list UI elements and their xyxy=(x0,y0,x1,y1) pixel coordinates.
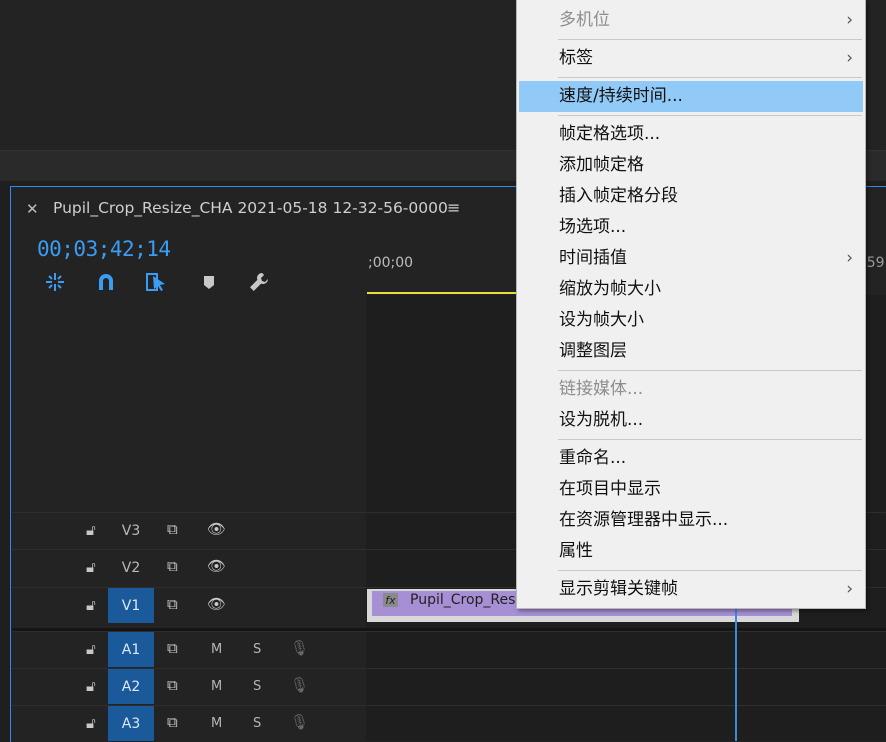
menu-item-reveal-in-explorer[interactable]: 在资源管理器中显示... xyxy=(517,505,863,536)
chevron-right-icon: › xyxy=(846,248,853,268)
sequence-tab-title[interactable]: Pupil_Crop_Resize_CHA 2021-05-18 12-32-5… xyxy=(53,199,448,217)
playhead-timecode[interactable]: 00;03;42;14 xyxy=(37,237,171,261)
menu-item-properties[interactable]: 属性 xyxy=(517,536,863,567)
menu-item-make-offline[interactable]: 设为脱机... xyxy=(517,405,863,436)
fx-badge-icon: fx xyxy=(383,593,398,607)
clip-name: Pupil_Crop_Resize_CHA 2021-05-18 12-32-5… xyxy=(410,592,518,608)
menu-divider xyxy=(558,370,862,371)
sync-lock-icon[interactable]: ⧉ xyxy=(167,639,178,657)
menu-item-rename[interactable]: 重命名... xyxy=(517,443,863,474)
menu-item-set-to-frame-size[interactable]: 设为帧大小 xyxy=(517,305,863,336)
microphone-icon[interactable]: 🎙︎ xyxy=(290,713,309,731)
clip-context-menu: 多机位 › 标签 › 速度/持续时间... 帧定格选项... 添加帧定格 插入帧定格… xyxy=(516,0,866,609)
menu-item-link-media[interactable]: 链接媒体... xyxy=(517,374,863,405)
panel-menu-icon[interactable]: ≡ xyxy=(447,198,460,217)
menu-item-insert-frame-hold-segment[interactable]: 插入帧定格分段 xyxy=(517,181,863,212)
mute-button[interactable]: M xyxy=(211,642,222,657)
menu-item-show-clip-keyframes[interactable]: 显示剪辑关键帧 › xyxy=(517,574,863,605)
chevron-right-icon: › xyxy=(846,48,853,68)
lock-icon[interactable]: 🔓︎ xyxy=(86,677,96,695)
menu-item-reveal-in-project[interactable]: 在项目中显示 xyxy=(517,474,863,505)
lock-icon[interactable]: 🔓︎ xyxy=(86,714,96,732)
lock-icon[interactable]: 🔓︎ xyxy=(86,640,96,658)
solo-button[interactable]: S xyxy=(253,642,261,657)
lock-icon[interactable]: 🔓︎ xyxy=(86,558,96,576)
lock-icon[interactable]: 🔓︎ xyxy=(86,596,96,614)
chevron-right-icon: › xyxy=(846,579,853,599)
track-label-a2[interactable]: A2 xyxy=(108,669,154,704)
menu-item-frame-hold-options[interactable]: 帧定格选项... xyxy=(517,119,863,150)
snap-magnet-icon[interactable] xyxy=(94,270,118,294)
chevron-right-icon: › xyxy=(846,10,853,30)
add-marker-icon[interactable] xyxy=(197,270,221,294)
sync-lock-icon[interactable]: ⧉ xyxy=(167,676,178,694)
solo-button[interactable]: S xyxy=(253,716,261,731)
sync-lock-icon[interactable]: ⧉ xyxy=(167,520,178,538)
mute-button[interactable]: M xyxy=(211,679,222,694)
eye-icon[interactable]: 👁︎ xyxy=(207,557,226,575)
track-label-v3[interactable]: V3 xyxy=(108,513,154,548)
menu-item-speed-duration[interactable]: 速度/持续时间... xyxy=(519,81,863,112)
ruler-start-timecode: ;00;00 xyxy=(368,255,414,271)
sync-lock-icon[interactable]: ⧉ xyxy=(167,713,178,731)
track-label-a1[interactable]: A1 xyxy=(108,632,154,667)
menu-item-add-frame-hold[interactable]: 添加帧定格 xyxy=(517,150,863,181)
sync-lock-icon[interactable]: ⧉ xyxy=(167,557,178,575)
insert-overwrite-icon[interactable] xyxy=(43,270,67,294)
menu-item-scale-to-frame-size[interactable]: 缩放为帧大小 xyxy=(517,274,863,305)
lock-icon[interactable]: 🔓︎ xyxy=(86,521,96,539)
menu-item-field-options[interactable]: 场选项... xyxy=(517,212,863,243)
sync-lock-icon[interactable]: ⧉ xyxy=(167,595,178,613)
track-label-v1[interactable]: V1 xyxy=(108,588,154,623)
menu-divider xyxy=(558,39,862,40)
track-row-a2: 🔓︎ A2 ⧉ M S 🎙︎ xyxy=(12,668,886,705)
work-area-bar[interactable] xyxy=(367,292,527,294)
track-row-a3: 🔓︎ A3 ⧉ M S 🎙︎ xyxy=(12,705,886,742)
close-sequence-icon[interactable]: ✕ xyxy=(26,200,39,218)
microphone-icon[interactable]: 🎙︎ xyxy=(290,639,309,657)
menu-item-adjustment-layer[interactable]: 调整图层 xyxy=(517,336,863,367)
menu-divider xyxy=(558,77,862,78)
track-label-a3[interactable]: A3 xyxy=(108,706,154,741)
menu-item-label[interactable]: 标签 › xyxy=(517,43,863,74)
timeline-settings-wrench-icon[interactable] xyxy=(247,270,271,294)
eye-icon[interactable]: 👁︎ xyxy=(207,520,226,538)
linked-selection-icon[interactable] xyxy=(144,270,168,294)
microphone-icon[interactable]: 🎙︎ xyxy=(290,676,309,694)
mute-button[interactable]: M xyxy=(211,716,222,731)
menu-divider xyxy=(558,570,862,571)
solo-button[interactable]: S xyxy=(253,679,261,694)
menu-item-time-interpolation[interactable]: 时间插值 › xyxy=(517,243,863,274)
menu-divider xyxy=(558,439,862,440)
menu-item-multicam[interactable]: 多机位 › xyxy=(517,5,863,36)
menu-divider xyxy=(558,115,862,116)
track-label-v2[interactable]: V2 xyxy=(108,550,154,585)
track-row-a1: 🔓︎ A1 ⧉ M S 🎙︎ xyxy=(12,631,886,668)
eye-icon[interactable]: 👁︎ xyxy=(207,595,226,613)
